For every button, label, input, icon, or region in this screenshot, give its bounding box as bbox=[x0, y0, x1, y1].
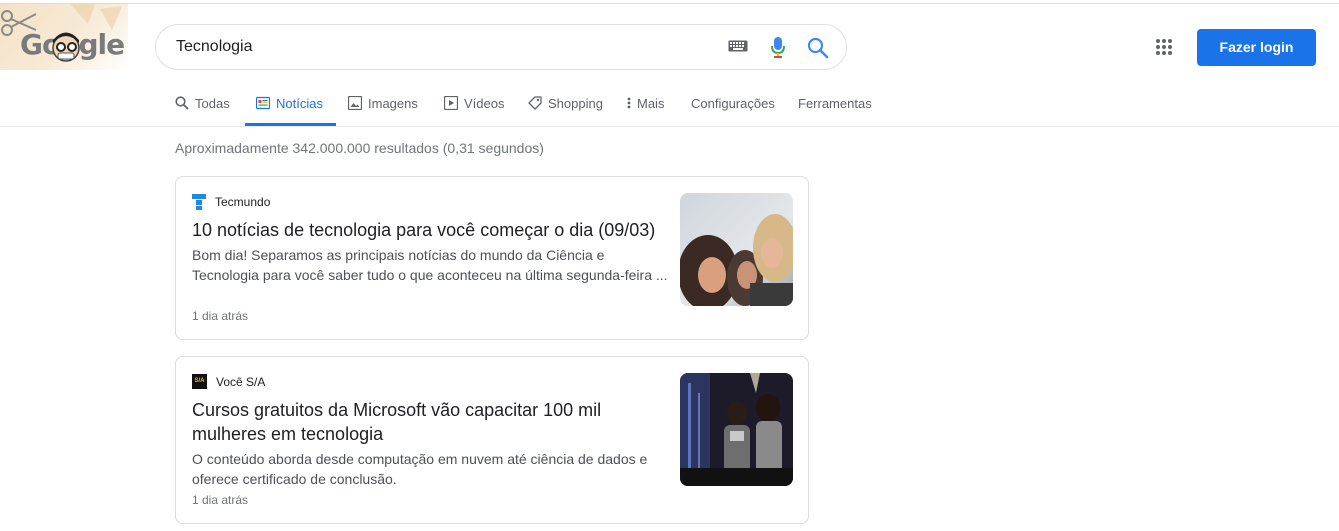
tab-label: Todas bbox=[195, 96, 230, 111]
news-icon bbox=[256, 96, 270, 110]
more-vert-icon bbox=[627, 97, 631, 109]
tab-ferramentas[interactable]: Ferramentas bbox=[798, 92, 872, 127]
tab-label: Imagens bbox=[368, 96, 418, 111]
tabs-divider bbox=[0, 126, 1339, 127]
news-card[interactable]: Tecmundo 10 notícias de tecnologia para … bbox=[175, 176, 809, 340]
news-title[interactable]: Cursos gratuitos da Microsoft vão capaci… bbox=[192, 398, 662, 446]
top-rule bbox=[0, 3, 1339, 4]
tab-todas[interactable]: Todas bbox=[175, 92, 230, 127]
tecmundo-logo-icon bbox=[192, 194, 206, 210]
search-box[interactable]: Tecnologia bbox=[155, 24, 847, 70]
news-title[interactable]: 10 notícias de tecnologia para você come… bbox=[192, 218, 662, 242]
news-source[interactable]: Tecmundo bbox=[192, 194, 270, 210]
news-time: 1 dia atrás bbox=[192, 309, 249, 323]
news-card[interactable]: S/A Você S/A Cursos gratuitos da Microso… bbox=[175, 356, 809, 524]
tab-label: Ferramentas bbox=[798, 96, 872, 111]
keyboard-icon[interactable] bbox=[728, 40, 748, 52]
search-tabs: Todas Notícias Imagens Vídeos Shopping M… bbox=[0, 92, 1339, 127]
news-time: 1 dia atrás bbox=[192, 493, 249, 507]
tab-label: Vídeos bbox=[464, 96, 505, 111]
source-name: Você S/A bbox=[216, 374, 266, 389]
search-icon bbox=[175, 96, 189, 110]
news-thumbnail[interactable] bbox=[680, 373, 793, 486]
doodle-face-icon bbox=[52, 32, 80, 62]
thumbnail-image bbox=[680, 193, 793, 306]
microphone-icon[interactable] bbox=[770, 36, 786, 60]
news-snippet: O conteúdo aborda desde computação em nu… bbox=[192, 451, 648, 487]
tab-configuracoes[interactable]: Configurações bbox=[691, 92, 775, 127]
tab-label: Shopping bbox=[548, 96, 603, 111]
tab-label: Notícias bbox=[276, 96, 323, 111]
search-input[interactable]: Tecnologia bbox=[176, 38, 253, 56]
image-icon bbox=[348, 96, 362, 110]
tab-videos[interactable]: Vídeos bbox=[444, 92, 504, 127]
video-icon bbox=[444, 96, 458, 110]
thumbnail-image bbox=[680, 373, 793, 486]
news-thumbnail[interactable] bbox=[680, 193, 793, 306]
tab-label: Configurações bbox=[691, 96, 775, 111]
voce-sa-logo-icon: S/A bbox=[192, 374, 207, 389]
tab-imagens[interactable]: Imagens bbox=[348, 92, 418, 127]
tag-icon bbox=[528, 96, 542, 110]
search-icon[interactable] bbox=[807, 37, 829, 59]
tab-shopping[interactable]: Shopping bbox=[528, 92, 603, 127]
news-snippet: Bom dia! Separamos as principais notícia… bbox=[192, 247, 668, 283]
result-stats: Aproximadamente 342.000.000 resultados (… bbox=[175, 140, 544, 156]
tab-mais[interactable]: Mais bbox=[627, 92, 664, 127]
apps-grid-icon[interactable] bbox=[1155, 38, 1173, 56]
tab-noticias[interactable]: Notícias bbox=[256, 92, 323, 127]
news-source[interactable]: S/A Você S/A bbox=[192, 374, 265, 389]
google-doodle-logo[interactable]: Google bbox=[0, 4, 128, 70]
login-button[interactable]: Fazer login bbox=[1197, 29, 1316, 66]
source-name: Tecmundo bbox=[215, 195, 271, 209]
tab-label: Mais bbox=[637, 96, 665, 111]
